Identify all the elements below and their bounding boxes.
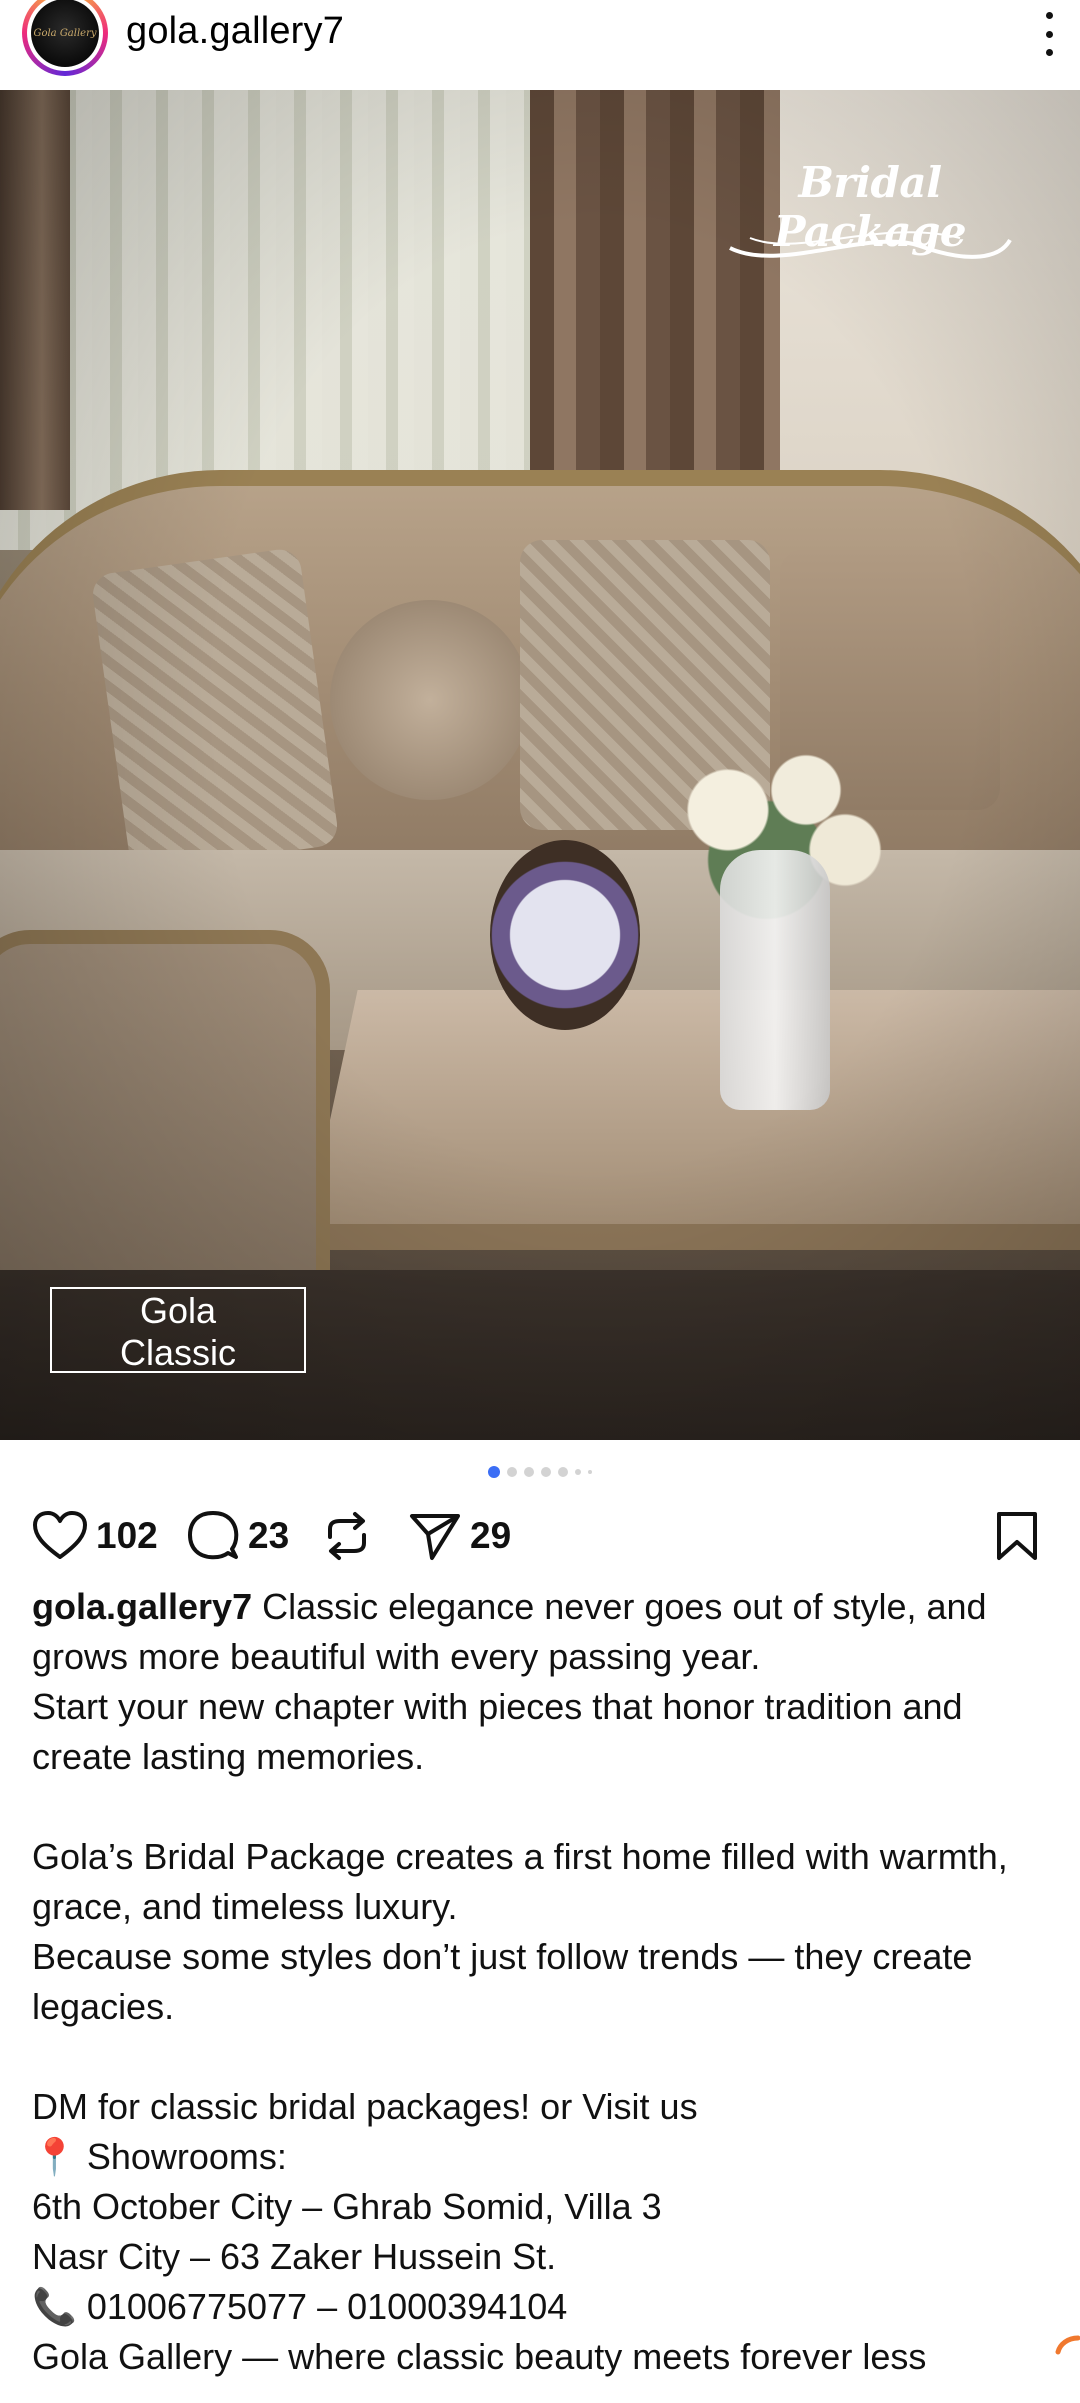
action-bar: 102 23 29 [0, 1500, 1080, 1570]
post-header: Gola Gallery gola.gallery7 [0, 0, 1080, 90]
repost-button[interactable] [322, 1508, 372, 1564]
carousel-dot [488, 1466, 500, 1478]
share-count: 29 [470, 1515, 512, 1556]
caption-username[interactable]: gola.gallery7 [32, 1586, 252, 1627]
post-caption: gola.gallery7 Classic elegance never goe… [32, 1582, 1052, 2382]
bookmark-icon [997, 1512, 1037, 1560]
caption-text: DM for classic bridal packages! or Visit… [32, 2086, 698, 2127]
repost-icon [328, 1512, 366, 1560]
carousel-dot [541, 1467, 551, 1477]
carousel-indicator [0, 1465, 1080, 1479]
carousel-dot [588, 1470, 592, 1474]
post-username[interactable]: gola.gallery7 [126, 10, 344, 53]
carousel-dot [507, 1467, 517, 1477]
caption-text: Because some styles don’t just follow tr… [32, 1936, 973, 2027]
comment-button[interactable]: 23 [186, 1508, 289, 1564]
caption-branch: Nasr City – 63 Zaker Hussein St. [32, 2236, 557, 2277]
caption-text: Start your new chapter with pieces that … [32, 1686, 963, 1777]
caption-phones: 📞 01006775077 – 01000394104 [32, 2286, 568, 2327]
carousel-dot [575, 1469, 581, 1475]
caption-tagline: Gola Gallery — where classic beauty meet… [32, 2336, 927, 2377]
floating-edge-icon[interactable] [1050, 2330, 1080, 2370]
caption-text: Gola’s Bridal Package creates a first ho… [32, 1836, 1008, 1927]
more-options-icon[interactable] [1036, 12, 1062, 56]
bridal-package-logo: Bridal Package [700, 140, 1040, 280]
heart-icon [33, 1511, 87, 1559]
gola-classic-label: Gola Classic [50, 1287, 306, 1373]
carousel-dot [558, 1467, 568, 1477]
send-icon [410, 1514, 460, 1560]
swash-decoration [729, 231, 1012, 259]
carousel-dot [524, 1467, 534, 1477]
comment-count: 23 [248, 1515, 290, 1556]
save-button[interactable] [994, 1508, 1040, 1564]
like-count: 102 [96, 1515, 158, 1556]
share-button[interactable]: 29 [408, 1508, 511, 1564]
avatar[interactable]: Gola Gallery [22, 0, 108, 76]
comment-icon [188, 1511, 239, 1560]
post-image[interactable]: Bridal Package Gola Classic [0, 90, 1080, 1440]
caption-branch: 6th October City – Ghrab Somid, Villa 3 [32, 2186, 662, 2227]
like-button[interactable]: 102 [32, 1508, 158, 1564]
avatar-logo: Gola Gallery [31, 0, 99, 67]
caption-showrooms: 📍 Showrooms: [32, 2136, 287, 2177]
